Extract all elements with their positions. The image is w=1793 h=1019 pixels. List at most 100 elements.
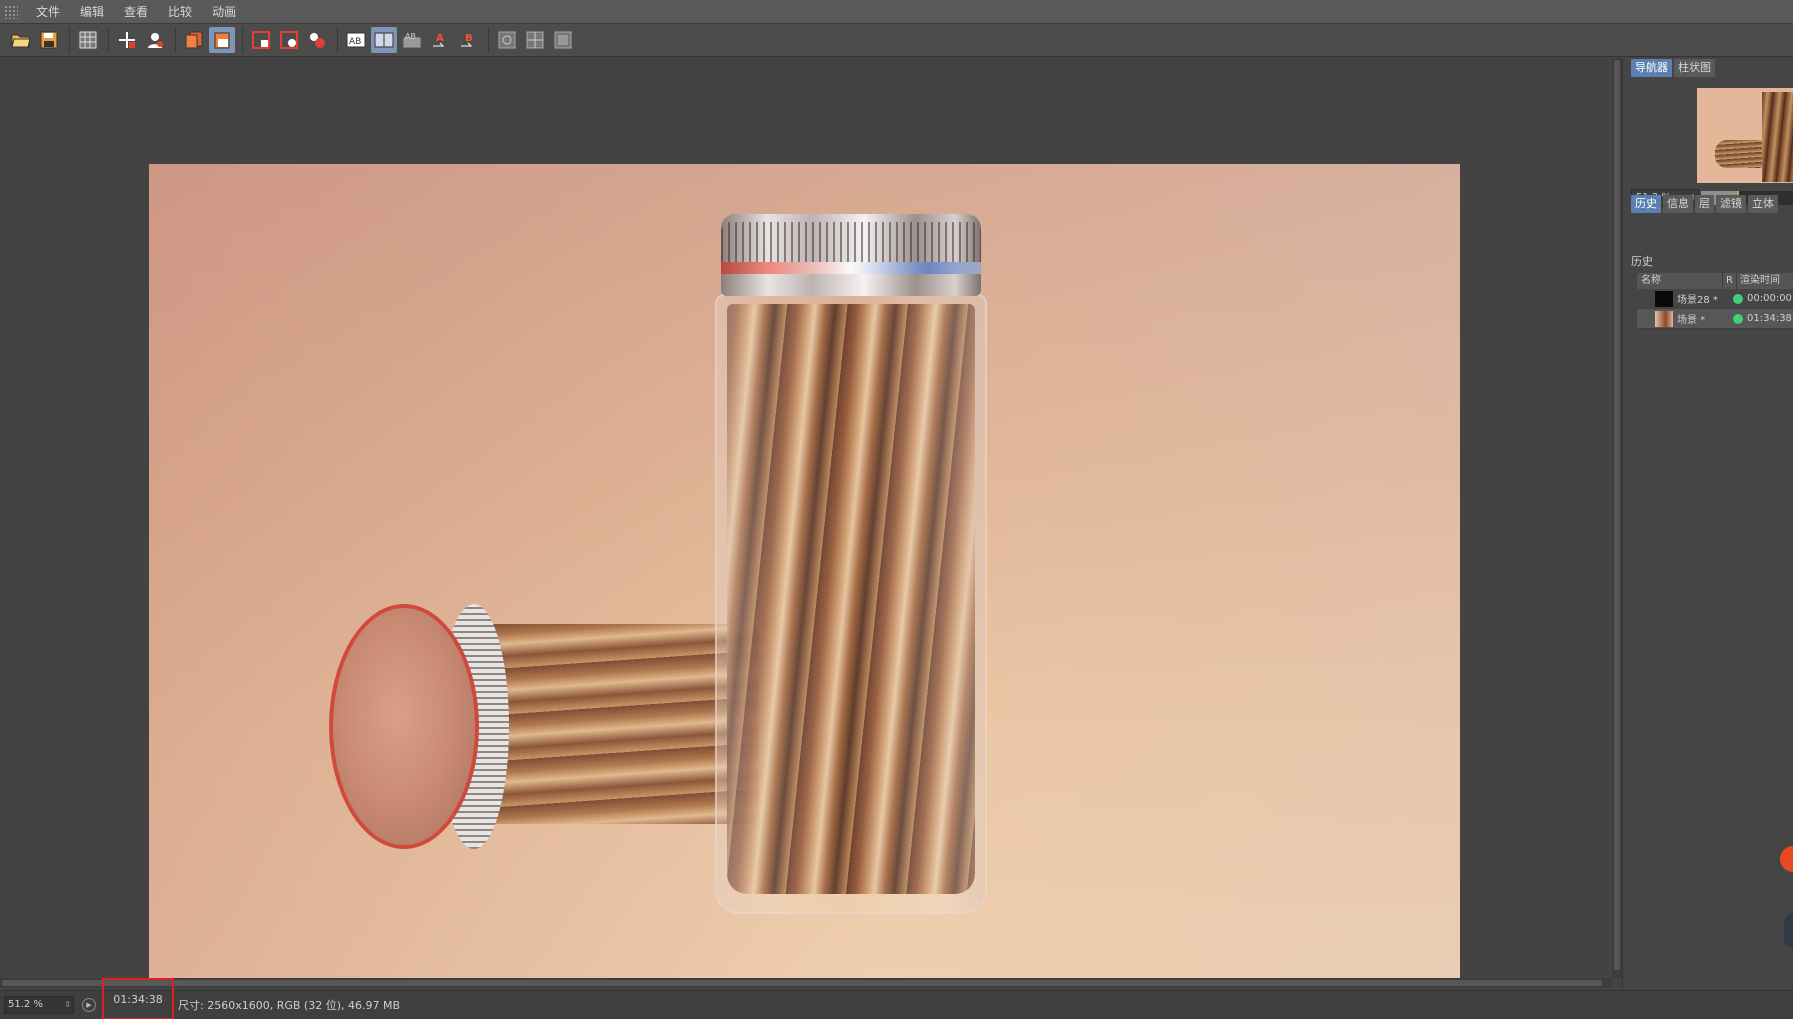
tab-stereo[interactable]: 立体	[1748, 195, 1778, 213]
render-time-readout: 01:34:38	[102, 978, 174, 1019]
paste-layer-button[interactable]	[209, 27, 235, 53]
toolbar-separator	[242, 27, 243, 53]
status-zoom-value: 51.2 %	[8, 999, 43, 1010]
svg-text:AB: AB	[405, 32, 416, 41]
history-table-header: 名称 R 渲染时间	[1637, 273, 1793, 289]
set-a-icon: A	[433, 33, 445, 47]
toolbar: AB AB A B	[0, 24, 1793, 57]
history-thumbnail	[1655, 310, 1673, 327]
grid-button[interactable]	[75, 27, 101, 53]
ab-compare-icon: AB	[346, 32, 366, 48]
horizontal-scrollbar[interactable]	[0, 978, 1612, 988]
info-tabs: 历史 信息 层 滤镜 立体	[1631, 195, 1780, 213]
history-item-time: 00:00:00	[1747, 293, 1792, 304]
toolbar-separator	[69, 27, 70, 53]
set-a-button[interactable]: A	[427, 27, 453, 53]
history-item-name: 场景 *	[1677, 315, 1706, 326]
move-button[interactable]	[114, 27, 140, 53]
copy-layer-icon	[185, 31, 203, 49]
split-compare-button[interactable]	[371, 27, 397, 53]
user-pin-icon	[148, 33, 163, 48]
toolbar-separator	[488, 27, 489, 53]
svg-text:B: B	[465, 33, 473, 44]
standing-jar-lid-ridges	[721, 222, 981, 262]
lut-icon	[498, 31, 516, 49]
grip-icon	[4, 4, 18, 19]
toolbar-separator	[337, 27, 338, 53]
region-render-icon	[252, 31, 270, 49]
svg-text:AB: AB	[349, 37, 361, 47]
toolbar-separator	[175, 27, 176, 53]
multi-region-icon	[310, 33, 325, 48]
vertical-scrollbar[interactable]	[1612, 58, 1622, 978]
save-button[interactable]	[36, 27, 62, 53]
thumbnail-standing-jar	[1762, 92, 1793, 182]
horizontal-scroll-thumb[interactable]	[2, 980, 1602, 986]
toolbar-separator	[108, 27, 109, 53]
table-row[interactable]: 场景 * 01:34:38	[1637, 309, 1793, 329]
history-section-title: 历史	[1631, 255, 1653, 268]
navigator-tabs: 导航器 柱状图	[1631, 59, 1717, 77]
crosshair-move-icon	[119, 32, 135, 48]
ab-compare-button[interactable]: AB	[343, 27, 369, 53]
standing-jar	[715, 214, 987, 914]
render-time-value: 01:34:38	[113, 992, 163, 1006]
multi-region-button[interactable]	[304, 27, 330, 53]
floating-assistant-icon[interactable]	[1784, 914, 1793, 948]
vertical-scroll-thumb[interactable]	[1614, 60, 1620, 970]
menu-edit[interactable]: 编辑	[70, 0, 114, 24]
play-icon[interactable]: ▶	[82, 998, 96, 1012]
tab-filters[interactable]: 滤镜	[1716, 195, 1746, 213]
standing-jar-lid-reflection	[721, 262, 981, 274]
ab-overlay-icon: AB	[402, 32, 422, 49]
lying-jar	[329, 604, 759, 849]
paste-layer-icon	[214, 32, 230, 49]
user-pin-button[interactable]	[142, 27, 168, 53]
menu-bar: 文件 编辑 查看 比较 动画	[0, 0, 1793, 24]
history-table: 名称 R 渲染时间 场景28 * 00:00:00 场景 * 01:34:38	[1637, 273, 1793, 329]
column-header-name[interactable]: 名称	[1637, 273, 1723, 289]
status-zoom-input[interactable]: 51.2 % ⇕	[4, 996, 74, 1014]
region-render-button[interactable]	[248, 27, 274, 53]
standing-jar-glass	[715, 294, 987, 914]
thumbnail-lying-jar	[1715, 140, 1763, 168]
column-header-render-time[interactable]: 渲染时间	[1737, 273, 1793, 289]
menu-view[interactable]: 查看	[114, 0, 158, 24]
right-panel: 导航器 柱状图 51.2 % ⇕ 历史 信息 层 滤镜 立体 历史 名称 R 渲…	[1622, 58, 1793, 988]
stereo-button[interactable]	[522, 27, 548, 53]
status-dot-icon	[1733, 293, 1743, 304]
open-button[interactable]	[8, 27, 34, 53]
grid-icon	[79, 31, 97, 49]
filter-icon	[554, 31, 572, 49]
tab-navigator[interactable]: 导航器	[1631, 59, 1672, 77]
stereo-icon	[526, 31, 544, 49]
region-select-button[interactable]	[276, 27, 302, 53]
tab-layers[interactable]: 层	[1695, 195, 1714, 213]
tab-history[interactable]: 历史	[1631, 195, 1661, 213]
lying-jar-lid	[329, 604, 479, 849]
open-folder-icon	[11, 34, 31, 48]
menu-file[interactable]: 文件	[26, 0, 70, 24]
render-image	[149, 164, 1460, 984]
status-dot-icon	[1733, 313, 1743, 324]
svg-text:A: A	[436, 33, 444, 44]
region-select-icon	[280, 31, 298, 49]
tab-info[interactable]: 信息	[1663, 195, 1693, 213]
tab-histogram[interactable]: 柱状图	[1674, 59, 1715, 77]
column-header-r[interactable]: R	[1723, 273, 1737, 289]
render-viewport[interactable]	[0, 58, 1612, 984]
set-b-icon: B	[461, 33, 473, 47]
navigator-thumbnail[interactable]	[1697, 88, 1793, 183]
history-item-name: 场景28 *	[1677, 295, 1718, 306]
filter-button[interactable]	[550, 27, 576, 53]
split-compare-icon	[374, 32, 394, 48]
copy-layer-button[interactable]	[181, 27, 207, 53]
set-b-button[interactable]: B	[455, 27, 481, 53]
menu-animation[interactable]: 动画	[202, 0, 246, 24]
stepper-arrows-icon[interactable]: ⇕	[64, 997, 71, 1013]
ab-overlay-button[interactable]: AB	[399, 27, 425, 53]
history-item-time: 01:34:38	[1747, 313, 1792, 324]
menu-compare[interactable]: 比较	[158, 0, 202, 24]
lut-button[interactable]	[494, 27, 520, 53]
table-row[interactable]: 场景28 * 00:00:00	[1637, 289, 1793, 309]
